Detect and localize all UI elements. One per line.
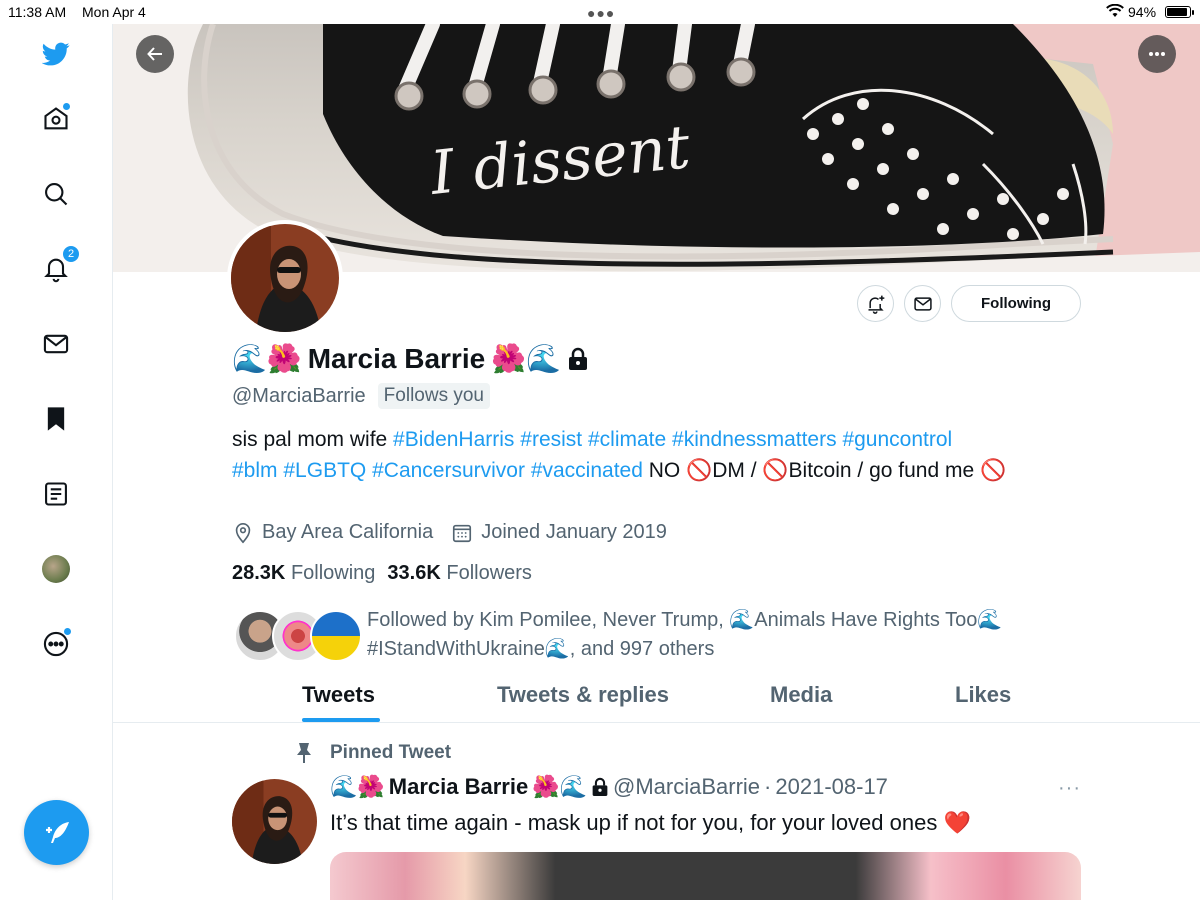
location-pin-icon bbox=[235, 522, 251, 543]
follow-counts: 28.3K Following 33.6K Followers bbox=[232, 562, 532, 585]
more-options-button[interactable] bbox=[1138, 35, 1176, 73]
hashtag-link[interactable]: #BidenHarris bbox=[393, 428, 514, 451]
lists-icon[interactable] bbox=[40, 478, 72, 510]
search-icon[interactable] bbox=[40, 178, 72, 210]
bookmarks-icon[interactable] bbox=[40, 403, 72, 435]
hashtag-link[interactable]: #climate bbox=[588, 428, 666, 451]
following-button[interactable]: Following bbox=[951, 285, 1081, 322]
tab-media[interactable]: Media bbox=[770, 682, 832, 708]
follower-avatar bbox=[310, 610, 362, 662]
status-bar: 11:38 AM Mon Apr 4 ●●● 94% bbox=[0, 0, 1200, 24]
more-icon[interactable] bbox=[40, 628, 72, 660]
hashtag-link[interactable]: #resist bbox=[520, 428, 582, 451]
pinned-tweet-label: Pinned Tweet bbox=[295, 742, 451, 764]
more-unread-dot bbox=[64, 628, 71, 635]
bio-text-end: NO 🚫DM / 🚫Bitcoin / go fund me 🚫 bbox=[642, 459, 1007, 482]
followed-by-avatars bbox=[234, 610, 364, 664]
message-button[interactable] bbox=[904, 285, 941, 322]
back-arrow-icon bbox=[147, 47, 162, 61]
tweet-separator: · bbox=[764, 774, 772, 799]
bell-plus-icon bbox=[868, 295, 884, 314]
profile-avatar-large[interactable] bbox=[227, 220, 343, 336]
lock-icon bbox=[568, 347, 587, 370]
hashtag-link[interactable]: #Cancersurvivor bbox=[372, 459, 525, 482]
tweet-author-name[interactable]: Marcia Barrie bbox=[389, 774, 528, 800]
profile-location: Bay Area California bbox=[262, 521, 434, 543]
lock-icon bbox=[592, 777, 608, 796]
notifications-icon[interactable]: 2 bbox=[40, 245, 80, 285]
tab-tweets-replies[interactable]: Tweets & replies bbox=[497, 682, 669, 708]
profile-bio: sis pal mom wife #BidenHarris #resist #c… bbox=[232, 424, 1102, 486]
profile-tabs: Tweets Tweets & replies Media Likes bbox=[113, 672, 1200, 723]
name-suffix-emoji: 🌺🌊 bbox=[491, 342, 561, 375]
tweet-header: 🌊🌺 Marcia Barrie 🌺🌊 @MarciaBarrie · 2021… bbox=[330, 774, 888, 800]
messages-icon[interactable] bbox=[40, 328, 72, 360]
tweet-author-avatar[interactable] bbox=[232, 779, 317, 864]
battery-percent: 94% bbox=[1128, 4, 1157, 20]
profile-joined: Joined January 2019 bbox=[481, 521, 667, 543]
hashtag-link[interactable]: #vaccinated bbox=[531, 459, 643, 482]
active-tab-indicator bbox=[302, 718, 380, 722]
multitasking-dots-icon[interactable]: ●●● bbox=[587, 5, 615, 21]
tweet-media-image[interactable] bbox=[330, 852, 1081, 900]
back-button[interactable] bbox=[136, 35, 174, 73]
battery-icon bbox=[1165, 6, 1194, 18]
profile-name-row: 🌊🌺 Marcia Barrie 🌺🌊 bbox=[232, 342, 589, 375]
tab-tweets[interactable]: Tweets bbox=[302, 682, 375, 708]
twitter-logo-icon[interactable] bbox=[40, 38, 72, 70]
name-prefix-emoji: 🌊🌺 bbox=[232, 342, 302, 375]
tweet-text: It’s that time again - mask up if not fo… bbox=[330, 810, 971, 835]
profile-avatar[interactable] bbox=[40, 553, 72, 585]
profile-meta: Bay Area California Joined January 2019 bbox=[232, 521, 667, 544]
notifications-badge: 2 bbox=[62, 245, 80, 263]
pin-icon bbox=[297, 743, 311, 763]
tab-likes[interactable]: Likes bbox=[955, 682, 1011, 708]
wifi-icon bbox=[1106, 4, 1124, 17]
handle-row: @MarciaBarrie Follows you bbox=[232, 383, 490, 409]
home-icon[interactable] bbox=[40, 103, 72, 135]
sidebar-nav: 2 bbox=[0, 24, 113, 900]
hashtag-link[interactable]: #kindnessmatters bbox=[672, 428, 837, 451]
followers-count-link[interactable]: 33.6K Followers bbox=[387, 562, 532, 585]
profile-handle: @MarciaBarrie bbox=[232, 384, 366, 407]
bio-text-start: sis pal mom wife bbox=[232, 428, 394, 451]
profile-name: Marcia Barrie bbox=[307, 342, 486, 374]
hashtag-link[interactable]: #blm bbox=[232, 459, 278, 482]
tweet-more-button[interactable]: ··· bbox=[1058, 777, 1081, 800]
tweet-name-prefix: 🌊🌺 bbox=[330, 774, 385, 800]
envelope-icon bbox=[913, 296, 932, 311]
followed-by-section[interactable]: Followed by Kim Pomilee, Never Trump, 🌊A… bbox=[232, 606, 1112, 668]
hashtag-link[interactable]: #LGBTQ bbox=[283, 459, 366, 482]
followed-by-text: Followed by Kim Pomilee, Never Trump, 🌊A… bbox=[367, 609, 1003, 660]
tweet-name-suffix: 🌺🌊 bbox=[532, 774, 588, 800]
following-count-link[interactable]: 28.3K Following bbox=[232, 562, 375, 585]
more-options-icon bbox=[1149, 52, 1165, 56]
status-time: 11:38 AM bbox=[8, 4, 67, 20]
hashtag-link[interactable]: #guncontrol bbox=[842, 428, 952, 451]
tweet-date[interactable]: 2021-08-17 bbox=[775, 774, 888, 800]
status-date: Mon Apr 4 bbox=[82, 4, 146, 20]
follows-you-badge: Follows you bbox=[377, 383, 490, 409]
notify-button[interactable] bbox=[857, 285, 894, 322]
home-unread-dot bbox=[63, 103, 70, 110]
compose-tweet-button[interactable] bbox=[24, 800, 89, 865]
compose-tweet-icon bbox=[45, 821, 69, 843]
calendar-icon bbox=[453, 524, 472, 542]
tweet-author-handle[interactable]: @MarciaBarrie bbox=[613, 774, 760, 800]
